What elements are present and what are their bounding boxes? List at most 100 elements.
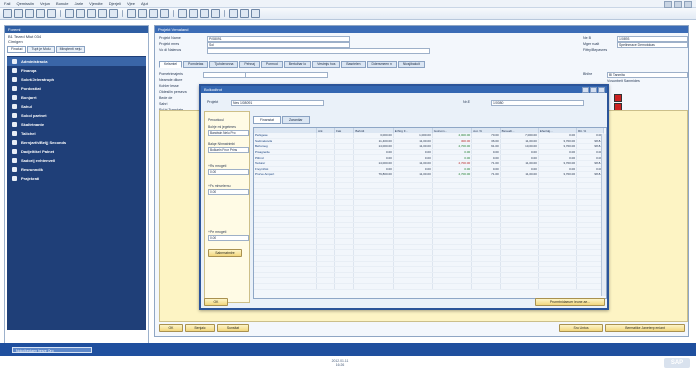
- filter-budget-select[interactable]: Bandwin Nelu Pro: [208, 130, 249, 136]
- mail-icon[interactable]: [240, 9, 249, 18]
- settings-icon[interactable]: [211, 9, 220, 18]
- dialog-tab-details[interactable]: Zarantiar: [281, 116, 310, 124]
- first-record-icon[interactable]: [127, 9, 136, 18]
- form-tab[interactable]: Pehnaj: [239, 61, 260, 68]
- checkbox-label[interactable]: Vcsunbeit Sanmides: [607, 79, 640, 83]
- module-item[interactable]: Sokrt/Jeleratruph: [7, 75, 146, 84]
- empty-cell: [471, 283, 501, 290]
- menu-item[interactable]: Vejun: [40, 1, 50, 6]
- module-item[interactable]: Prajekrati: [7, 174, 146, 183]
- module-item[interactable]: Finanqa: [7, 66, 146, 75]
- open-icon[interactable]: [14, 9, 23, 18]
- cancel-button[interactable]: Sunsitat: [217, 324, 249, 332]
- menu-item[interactable]: Qemissiin: [16, 1, 34, 6]
- module-item[interactable]: Sokol partnet: [7, 111, 146, 120]
- filter-to-field[interactable]: 0.00: [208, 235, 249, 241]
- taskbar-window-button[interactable]: Nokoikeclaen hesre Oro: [12, 347, 92, 353]
- find-icon[interactable]: [98, 9, 107, 18]
- sort-icon[interactable]: [189, 9, 198, 18]
- module-item[interactable]: Skaltrtnante: [7, 120, 146, 129]
- previous-record-icon[interactable]: [138, 9, 147, 18]
- chart-icon[interactable]: [200, 9, 209, 18]
- filter-icon[interactable]: [178, 9, 187, 18]
- dialog-minimize-icon[interactable]: [582, 87, 589, 93]
- owner-field[interactable]: [207, 48, 430, 54]
- dialog-project-field[interactable]: Nes 1/08091: [231, 100, 324, 106]
- print-icon[interactable]: [36, 9, 45, 18]
- grid-vertical-scrollbar[interactable]: [601, 134, 606, 296]
- menu-item[interactable]: Vjendte: [89, 1, 103, 6]
- tab-modules[interactable]: Finalud: [7, 46, 27, 53]
- dialog-nr-label: Nr.E: [463, 100, 470, 104]
- subsection-code-field[interactable]: [203, 72, 246, 78]
- user-name: Cimigen: [8, 39, 23, 44]
- next-record-icon[interactable]: [149, 9, 158, 18]
- apply-button[interactable]: Benjaic: [185, 324, 215, 332]
- menu-item[interactable]: Bonule: [56, 1, 68, 6]
- module-item[interactable]: Pordostiat: [7, 84, 146, 93]
- preview-icon[interactable]: [47, 9, 56, 18]
- filter-balance-select[interactable]: Bolkarln Fnor Prins: [208, 147, 249, 153]
- module-item[interactable]: Talichel: [7, 129, 146, 138]
- copy-to-button[interactable]: Sru Untus: [559, 324, 603, 332]
- dialog-nr-field[interactable]: 1/0080: [491, 100, 584, 106]
- module-list: Administracia Finanqa Sokrt/Jeleratruph Por…: [7, 56, 146, 330]
- form-tab[interactable]: Pormod: [260, 61, 283, 68]
- module-item[interactable]: Sahul: [7, 102, 146, 111]
- filter-from-field[interactable]: 0.00: [208, 169, 249, 175]
- new-icon[interactable]: [3, 9, 12, 18]
- toolbar-separator: [224, 10, 225, 17]
- dialog-window-controls: [582, 87, 605, 93]
- menu-item[interactable]: Vjee: [127, 1, 135, 6]
- tab-drag-relate[interactable]: Tupt je Molu: [27, 46, 55, 53]
- status-select[interactable]: Bl Tanmita: [607, 72, 688, 78]
- manager-field[interactable]: Spelinmace Demotokas: [617, 42, 688, 48]
- menu-item[interactable]: Fail: [4, 1, 10, 6]
- related-documents-button[interactable]: Bermatike Janeterp eniant: [605, 324, 685, 332]
- tab-my-menu[interactable]: Minqtenti neju: [55, 46, 86, 53]
- menu-item[interactable]: Ajut: [141, 1, 148, 6]
- module-item[interactable]: Resrunndik: [7, 165, 146, 174]
- add-icon[interactable]: [109, 9, 118, 18]
- menu-item[interactable]: Djerjeli: [109, 1, 121, 6]
- ok-button[interactable]: OK: [159, 324, 183, 332]
- module-icon: [12, 104, 17, 109]
- copy-icon[interactable]: [76, 9, 85, 18]
- main-menu-title: Foremi: [5, 26, 148, 33]
- form-tab[interactable]: Vestmjs hos: [312, 61, 341, 68]
- form-tab[interactable]: Nicsjibakcit: [397, 61, 425, 68]
- subsection-label: Kohler lesse: [159, 84, 179, 88]
- maximize-icon[interactable]: [674, 1, 682, 8]
- cut-icon[interactable]: [65, 9, 74, 18]
- close-icon[interactable]: [684, 1, 692, 8]
- dialog-close-icon[interactable]: [598, 87, 605, 93]
- form-tab[interactable]: Bertuihar lo: [283, 61, 312, 68]
- form-tab[interactable]: Kelsmtel: [159, 61, 183, 68]
- form-tab[interactable]: Ddersmeen n: [366, 61, 397, 68]
- paste-icon[interactable]: [87, 9, 96, 18]
- form-tab[interactable]: Tjuhderonna: [209, 61, 239, 68]
- module-item[interactable]: Dadjeltike/ Palnet: [7, 147, 146, 156]
- last-record-icon[interactable]: [160, 9, 169, 18]
- module-item[interactable]: Administracia: [7, 57, 146, 66]
- subsection-label: Bede de: [159, 96, 173, 100]
- menu-item[interactable]: Jarle: [75, 1, 84, 6]
- calendar-icon[interactable]: [229, 9, 238, 18]
- dialog-maximize-icon[interactable]: [590, 87, 597, 93]
- dialog-expand-button[interactable]: Prurmtnidaeuer leune ae...: [535, 298, 605, 306]
- filter-apply-button[interactable]: Sabrmatmlre: [208, 249, 242, 257]
- subsection-label: Sahri: [159, 102, 168, 106]
- form-tab[interactable]: Basrielen: [341, 61, 366, 68]
- module-item[interactable]: Sadorij evhtenvell: [7, 156, 146, 165]
- empty-cell: [500, 283, 539, 290]
- subsection-name-field[interactable]: [245, 72, 328, 78]
- save-icon[interactable]: [25, 9, 34, 18]
- dialog-tab-financial[interactable]: Finanstat: [253, 116, 281, 124]
- dialog-ok-button[interactable]: OK: [204, 298, 228, 306]
- form-tab[interactable]: Pomdetas: [183, 61, 209, 68]
- minimize-icon[interactable]: [664, 1, 672, 8]
- module-item[interactable]: Bonjarrt: [7, 93, 146, 102]
- help-icon[interactable]: [251, 9, 260, 18]
- filter-variance-field[interactable]: 0.00: [208, 189, 249, 195]
- module-item[interactable]: Bernjarth/Beljj Seconds: [7, 138, 146, 147]
